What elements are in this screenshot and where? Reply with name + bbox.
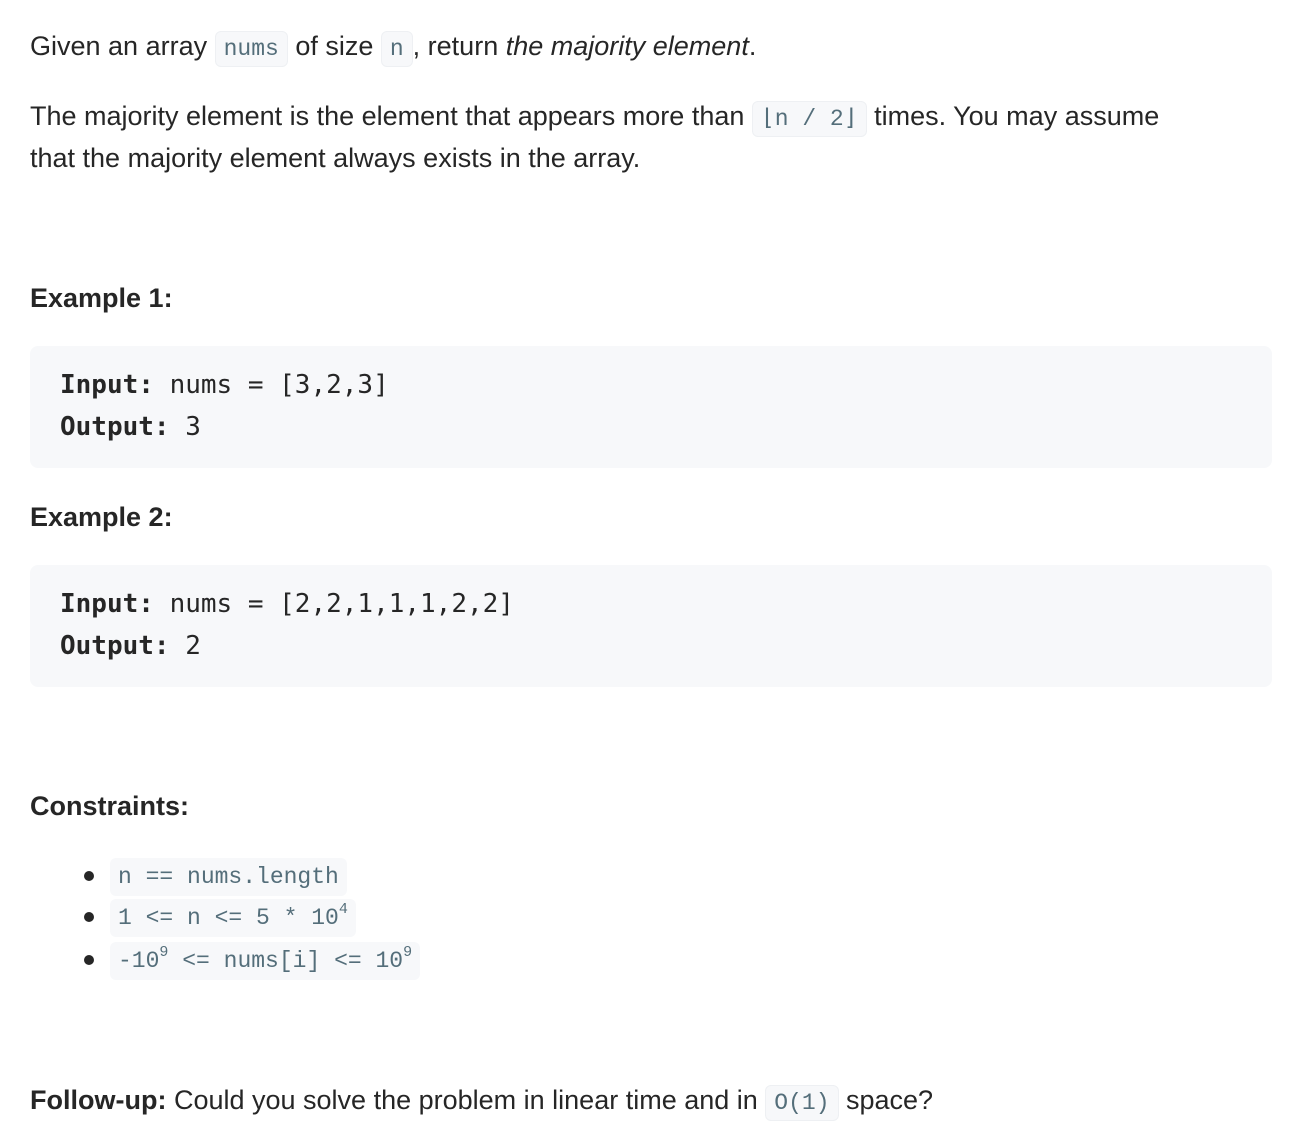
intro-text: The majority element is the element that… — [30, 101, 752, 131]
bullet — [84, 955, 94, 965]
input-value: nums = [3,2,3] — [153, 370, 389, 400]
example-2-output: Output: 2 — [60, 629, 201, 663]
constraint-text: -10 — [118, 948, 160, 974]
output-value: 2 — [169, 631, 201, 661]
intro-paragraph-2: The majority element is the element that… — [30, 96, 1159, 137]
input-value: nums = [2,2,1,1,1,2,2] — [153, 589, 514, 619]
input-label: Input: — [60, 370, 154, 400]
input-label: Input: — [60, 589, 154, 619]
follow-up-text: space? — [838, 1085, 934, 1115]
constraint-text: 1 <= n <= 5 * 10 — [118, 905, 339, 931]
constraint-item: n == nums.length — [110, 858, 347, 896]
example-2-box: Input: nums = [2,2,1,1,1,2,2] Output: 2 — [30, 565, 1272, 687]
follow-up-text: Could you solve the problem in linear ti… — [166, 1085, 766, 1115]
example-2-input: Input: nums = [2,2,1,1,1,2,2] — [60, 587, 514, 621]
follow-up-label: Follow-up: — [30, 1085, 167, 1115]
inline-code-o1: O(1) — [765, 1085, 839, 1121]
constraint-exponent: 4 — [338, 901, 348, 919]
follow-up: Follow-up: Could you solve the problem i… — [30, 1080, 933, 1121]
intro-paragraph-2-line-2: that the majority element always exists … — [30, 143, 641, 173]
intro-text: , return — [412, 31, 506, 61]
output-label: Output: — [60, 631, 170, 661]
constraint-exponent: 9 — [403, 944, 413, 962]
inline-code-n: n — [380, 31, 413, 67]
emphasis-majority-element: the majority element — [505, 31, 749, 61]
constraints-heading: Constraints: — [30, 791, 190, 821]
output-label: Output: — [60, 412, 170, 442]
example-1-heading: Example 1: — [30, 283, 173, 313]
example-1-input: Input: nums = [3,2,3] — [60, 368, 389, 402]
intro-text: Given an array — [30, 31, 215, 61]
inline-code-floor-n-half: ⌊n / 2⌋ — [751, 101, 867, 137]
example-1-output: Output: 3 — [60, 410, 201, 444]
inline-code-nums: nums — [214, 31, 288, 67]
output-value: 3 — [169, 412, 201, 442]
intro-text: . — [748, 31, 757, 61]
intro-paragraph-1: Given an array nums of size n, return th… — [30, 26, 756, 67]
example-1-box: Input: nums = [3,2,3] Output: 3 — [30, 346, 1272, 468]
constraint-text: n == nums.length — [118, 864, 339, 890]
intro-text: of size — [287, 31, 381, 61]
constraint-item: -109 <= nums[i] <= 109 — [110, 942, 421, 980]
bullet — [84, 871, 94, 881]
bullet — [84, 912, 94, 922]
example-2-heading: Example 2: — [30, 502, 173, 532]
intro-text: times. You may assume — [866, 101, 1160, 131]
constraint-item: 1 <= n <= 5 * 104 — [110, 899, 356, 937]
constraint-text: <= nums[i] <= 10 — [168, 948, 404, 974]
constraint-exponent: 9 — [159, 944, 169, 962]
